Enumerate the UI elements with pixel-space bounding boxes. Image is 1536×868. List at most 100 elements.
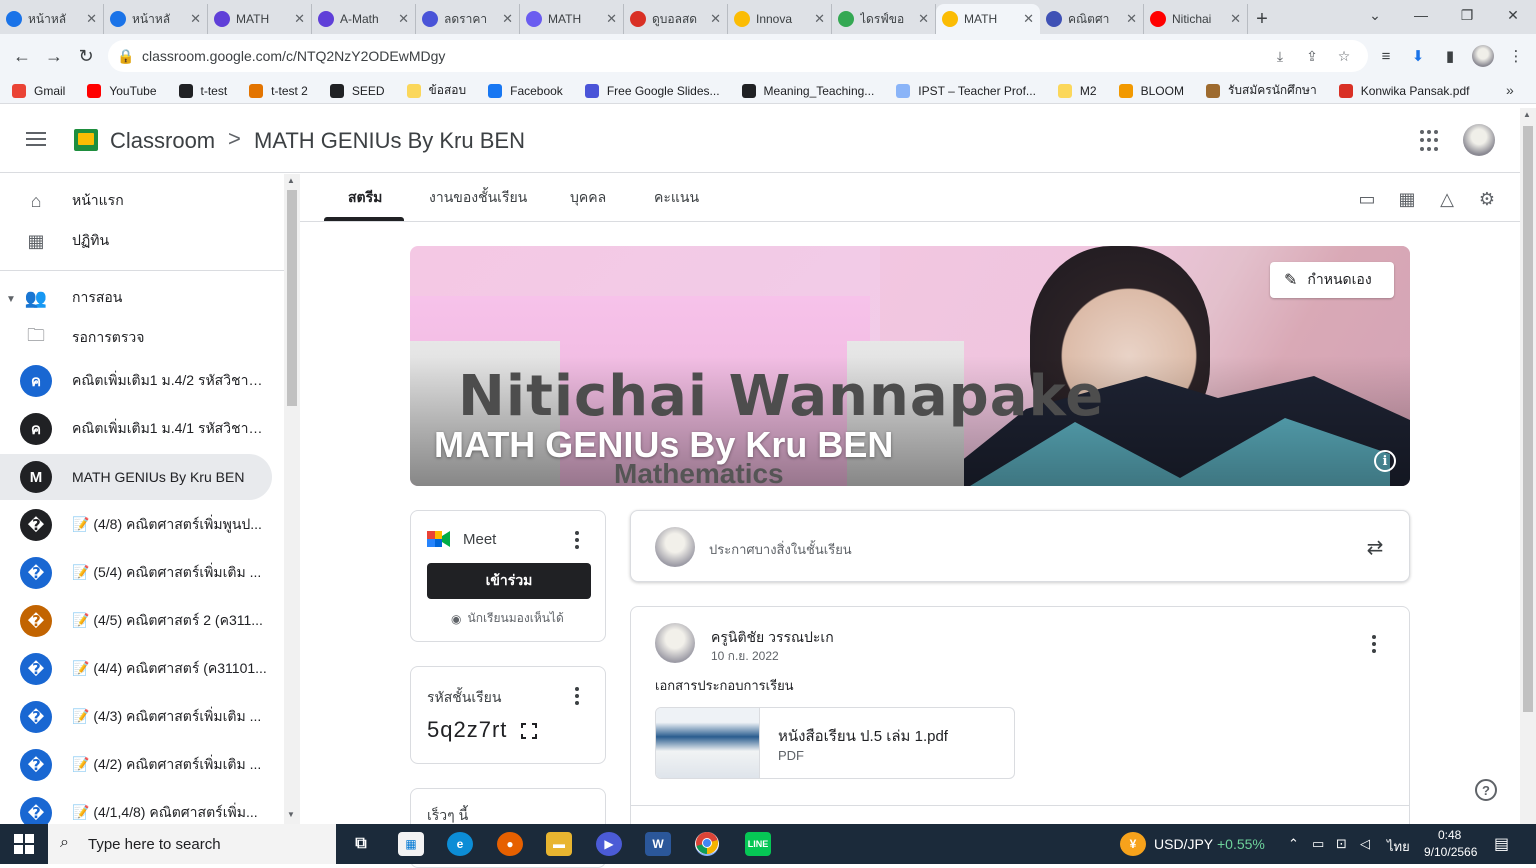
bookmark-item[interactable]: รับสมัครนักศึกษา	[1205, 81, 1317, 100]
input-language[interactable]: ไทย	[1387, 836, 1410, 857]
task-view-icon[interactable]: ⧉	[348, 832, 374, 856]
volume-icon[interactable]: ◁	[1360, 836, 1370, 852]
tab-close-icon[interactable]: ✕	[1126, 11, 1137, 27]
lock-icon[interactable]: 🔒	[116, 46, 136, 66]
browser-tab[interactable]: MATH ✕	[520, 4, 624, 34]
bookmark-star-icon[interactable]: ☆	[1334, 46, 1354, 66]
tab-close-icon[interactable]: ✕	[814, 11, 825, 27]
bookmark-item[interactable]: Free Google Slides...	[584, 83, 720, 98]
tab-close-icon[interactable]: ✕	[710, 11, 721, 27]
tab-stream[interactable]: สตรีม	[348, 174, 382, 222]
sidebar-class-item[interactable]: � 📝 (5/4) คณิตศาสตร์เพิ่มเติม ...	[0, 550, 272, 596]
browser-tab[interactable]: ไดรฟ์ขอ ✕	[832, 4, 936, 34]
repost-icon[interactable]: ⇄	[1363, 535, 1387, 559]
sidebar-class-item[interactable]: � 📝 (4/3) คณิตศาสตร์เพิ่มเติม ...	[0, 694, 272, 740]
tab-close-icon[interactable]: ✕	[1023, 11, 1034, 27]
announce-box[interactable]: ประกาศบางสิ่งในชั้นเรียน ⇄	[630, 510, 1410, 582]
scroll-down-icon[interactable]: ▼	[287, 810, 295, 819]
battery-icon[interactable]: ▭	[1312, 836, 1324, 852]
fx-pair[interactable]: USD/JPY	[1154, 836, 1213, 852]
announce-placeholder[interactable]: ประกาศบางสิ่งในชั้นเรียน	[709, 539, 852, 560]
url-text[interactable]: classroom.google.com/c/NTQ2NzY2ODEwMDgy	[142, 48, 445, 64]
bookmark-item[interactable]: SEED	[329, 83, 385, 98]
chrome-icon[interactable]	[695, 832, 719, 856]
tab-close-icon[interactable]: ✕	[1230, 11, 1241, 27]
customize-button[interactable]: ✎ กำหนดเอง	[1270, 262, 1394, 298]
browser-tab[interactable]: คณิตศา ✕	[1040, 4, 1144, 34]
browser-tab[interactable]: ลดราคา ✕	[416, 4, 520, 34]
sidebar-scroll-thumb[interactable]	[287, 190, 297, 406]
tab-people[interactable]: บุคคล	[570, 174, 606, 222]
copilot-icon[interactable]: ▶	[596, 832, 622, 856]
sidebar-item-to-review[interactable]: 🗀 รอการตรวจ	[0, 315, 272, 361]
bookmark-item[interactable]: Facebook	[488, 83, 563, 98]
info-icon[interactable]: i	[1374, 450, 1396, 472]
media-control-icon[interactable]: ≡	[1376, 46, 1396, 66]
reload-icon[interactable]: ↻	[72, 42, 100, 70]
sidebar-class-item[interactable]: ค คณิตเพิ่มเติม1 ม.4/1 รหัสวิชาค...	[0, 406, 272, 452]
browser-tab[interactable]: MATH ✕	[208, 4, 312, 34]
tab-close-icon[interactable]: ✕	[606, 11, 617, 27]
notifications-icon[interactable]: ▤	[1494, 834, 1509, 854]
sidebar-class-item[interactable]: � 📝 (4/5) คณิตศาสตร์ 2 (ค311...	[0, 598, 272, 644]
back-icon[interactable]: ←	[8, 42, 36, 70]
tab-classwork[interactable]: งานของชั้นเรียน	[429, 174, 527, 222]
app-title[interactable]: Classroom	[110, 128, 215, 154]
bookmark-item[interactable]: Konwika Pansak.pdf	[1338, 83, 1469, 98]
tab-close-icon[interactable]: ✕	[918, 11, 929, 27]
tab-close-icon[interactable]: ✕	[502, 11, 513, 27]
bookmark-item[interactable]: YouTube	[87, 83, 157, 98]
attachment-card[interactable]: หนังสือเรียน ป.5 เล่ม 1.pdf PDF	[655, 707, 1015, 779]
browser-tab[interactable]: Innova ✕	[728, 4, 832, 34]
google-apps-icon[interactable]	[1420, 130, 1442, 152]
line-app-icon[interactable]: LINE	[745, 832, 771, 856]
sidebar-class-item[interactable]: ค คณิตเพิ่มเติม1 ม.4/2 รหัสวิชาค...	[0, 358, 272, 404]
tab-search-icon[interactable]: ⌄	[1352, 0, 1398, 30]
clock-date[interactable]: 9/10/2566	[1424, 845, 1477, 859]
install-app-icon[interactable]: ⤓	[1270, 46, 1290, 66]
drive-folder-icon[interactable]: △	[1436, 188, 1458, 210]
browser-tab[interactable]: ดูบอลสด ✕	[624, 4, 728, 34]
main-scroll-thumb[interactable]	[1523, 126, 1533, 712]
share-icon[interactable]: ⇪	[1302, 46, 1322, 66]
tray-chevron-icon[interactable]: ⌃	[1288, 836, 1299, 852]
close-window-button[interactable]: ✕	[1490, 0, 1536, 30]
settings-gear-icon[interactable]: ⚙	[1476, 188, 1498, 210]
browser-tab[interactable]: หน้าหลั ✕	[0, 4, 104, 34]
scroll-up-icon[interactable]: ▲	[1523, 110, 1531, 119]
browser-menu-icon[interactable]: ⋮	[1506, 46, 1526, 66]
tab-close-icon[interactable]: ✕	[190, 11, 201, 27]
help-icon[interactable]: ?	[1475, 779, 1497, 801]
tab-close-icon[interactable]: ✕	[294, 11, 305, 27]
bookmark-item[interactable]: Meaning_Teaching...	[741, 83, 874, 98]
new-tab-icon[interactable]: +	[1248, 4, 1276, 34]
sidebar-class-item[interactable]: � 📝 (4/1,4/8) คณิตศาสตร์เพิ่ม...	[0, 790, 272, 824]
main-scrollbar[interactable]: ▲	[1520, 108, 1536, 824]
sidebar-class-item[interactable]: M MATH GENIUs By Kru BEN	[0, 454, 272, 500]
firefox-icon[interactable]: ●	[497, 832, 523, 856]
sidebar-scrollbar[interactable]: ▲ ▼	[284, 174, 300, 824]
minimize-button[interactable]: —	[1398, 0, 1444, 30]
tab-close-icon[interactable]: ✕	[398, 11, 409, 27]
join-meet-button[interactable]: เข้าร่วม	[427, 563, 591, 599]
sidebar-class-item[interactable]: � 📝 (4/8) คณิตศาสตร์เพิ่มพูนป...	[0, 502, 272, 548]
taskbar-search-placeholder[interactable]: Type here to search	[88, 836, 221, 853]
bookmark-item[interactable]: t-test	[178, 83, 227, 98]
store-icon[interactable]: ▦	[398, 832, 424, 856]
browser-tab[interactable]: MATH ✕	[936, 4, 1040, 34]
windows-start-icon[interactable]	[14, 834, 34, 854]
more-bookmarks-icon[interactable]: »	[1506, 82, 1514, 98]
meet-more-icon[interactable]	[575, 531, 579, 552]
browser-tab[interactable]: Nitichai ✕	[1144, 4, 1248, 34]
fullscreen-icon[interactable]	[521, 723, 537, 739]
video-call-icon[interactable]: ▭	[1356, 188, 1378, 210]
edge-icon[interactable]: e	[447, 832, 473, 856]
maximize-button[interactable]: ❐	[1444, 0, 1490, 30]
sidebar-class-item[interactable]: � 📝 (4/2) คณิตศาสตร์เพิ่มเติม ...	[0, 742, 272, 788]
class-code-more-icon[interactable]	[575, 687, 579, 708]
sidebar-item-calendar[interactable]: ▦ ปฏิทิน	[0, 218, 272, 264]
browser-tab[interactable]: A-Math ✕	[312, 4, 416, 34]
post-more-icon[interactable]	[1372, 635, 1376, 656]
file-explorer-icon[interactable]: ▬	[546, 832, 572, 856]
tab-grades[interactable]: คะแนน	[654, 174, 699, 222]
